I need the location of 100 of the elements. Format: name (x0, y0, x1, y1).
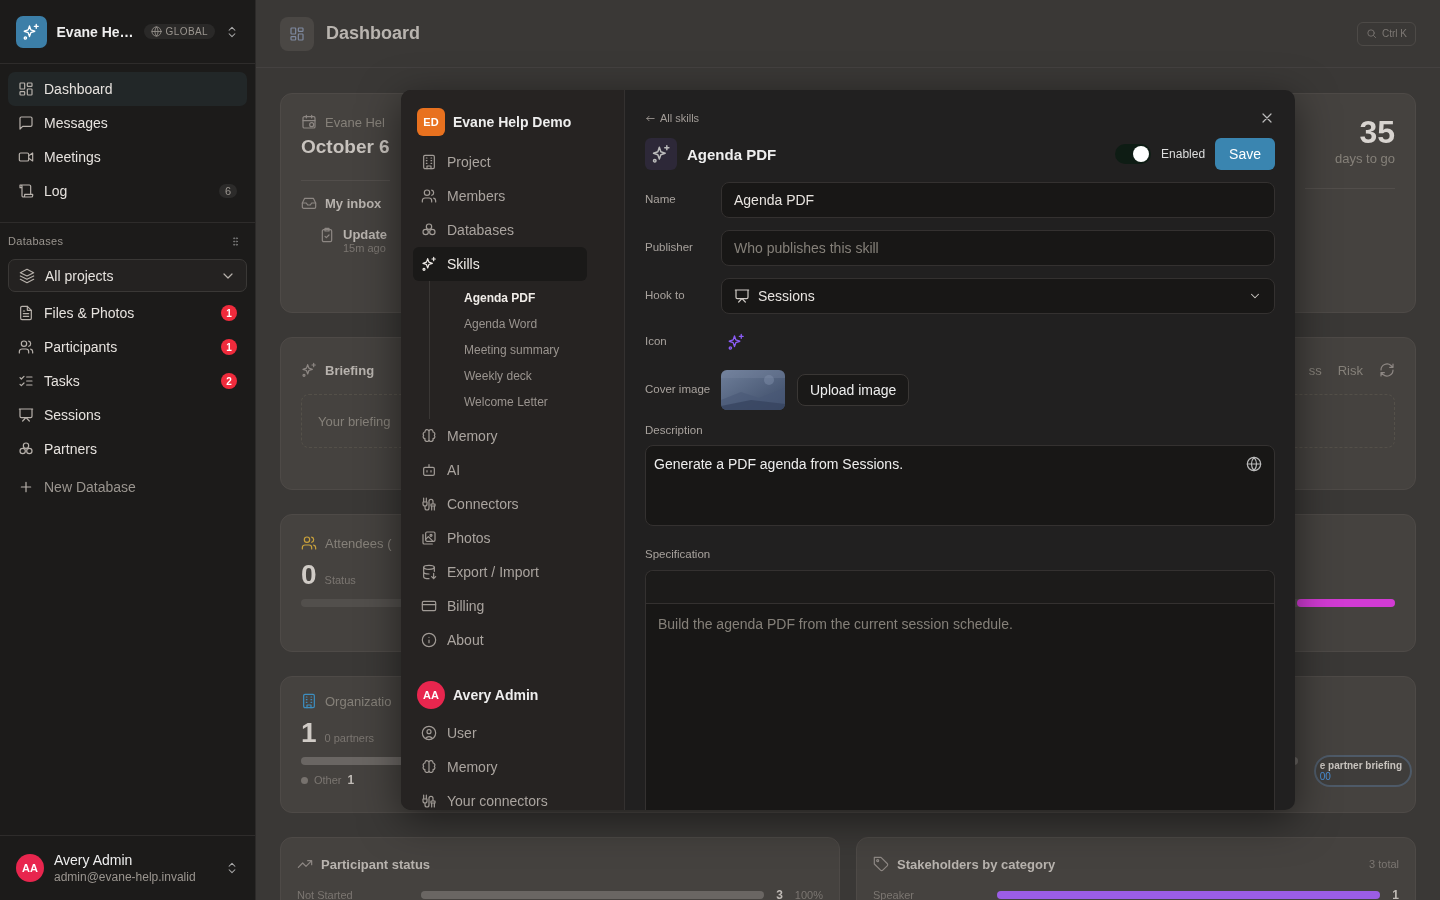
inbox-title: My inbox (325, 195, 382, 211)
settings-nav-item[interactable]: Billing (413, 589, 587, 623)
description-field[interactable]: Generate a PDF agenda from Sessions. (645, 445, 1275, 527)
save-button[interactable]: Save (1215, 138, 1275, 170)
circles-cluster-icon (18, 441, 34, 457)
people-icon (301, 535, 317, 551)
field-label: Hook to (645, 288, 686, 304)
settings-nav-item[interactable]: Memory (413, 419, 587, 453)
skill-item[interactable]: Agenda Word (464, 311, 612, 337)
new-database-button[interactable]: New Database (8, 470, 247, 504)
settings-nav-item[interactable]: Members (413, 179, 587, 213)
event-date: October 6 (301, 136, 390, 158)
checklist-icon (18, 373, 34, 389)
legend-dot (301, 776, 308, 784)
sparkle-icon[interactable] (727, 333, 745, 351)
database-item[interactable]: Files & Photos 1 (8, 296, 247, 330)
people-icon (421, 188, 437, 204)
tag-icon (873, 856, 889, 872)
robot-icon (421, 462, 437, 478)
project-filter[interactable]: All projects (8, 259, 247, 292)
attendee-count: 0 (301, 559, 317, 591)
plus-icon (18, 479, 34, 495)
presentation-board-icon (18, 407, 34, 423)
skill-item[interactable]: Weekly deck (464, 363, 612, 389)
scope-tag: GLOBAL (143, 24, 215, 39)
building-icon (421, 154, 437, 170)
field-label: Specification (645, 547, 712, 563)
skill-item[interactable]: Meeting summary (464, 337, 612, 363)
cable-icon (421, 496, 437, 512)
scroll-icon (18, 183, 34, 199)
settings-nav-item[interactable]: Connectors (413, 487, 587, 521)
globe-icon[interactable] (1246, 456, 1262, 473)
calendar-icon (301, 114, 317, 130)
field-label: Name (645, 192, 677, 208)
drag-handle-icon[interactable] (230, 235, 241, 247)
card-title: Briefing (325, 362, 375, 378)
countdown-number: 35 (1359, 114, 1395, 151)
database-item[interactable]: Tasks 2 (8, 364, 247, 398)
chat-bubble-icon (18, 115, 34, 131)
settings-nav-item[interactable]: Databases (413, 213, 587, 247)
user-name: Avery Admin (54, 852, 134, 868)
globe-icon (150, 26, 162, 37)
database-item[interactable]: Sessions (8, 398, 247, 432)
back-link[interactable]: All skills (645, 112, 700, 124)
settings-nav-item[interactable]: Memory (413, 750, 587, 784)
settings-nav-item[interactable]: Skills (413, 247, 587, 281)
sparkle-icon (421, 256, 437, 272)
refresh-icon[interactable] (1379, 362, 1395, 378)
sparkle-icon (651, 144, 671, 164)
info-icon (421, 632, 437, 648)
nav-item[interactable]: Messages (8, 106, 247, 140)
select-field[interactable]: Sessions (721, 278, 1275, 314)
project-name: Evane Help Demo (453, 114, 572, 130)
dashboard-icon (289, 25, 305, 42)
settings-nav-item[interactable]: Photos (413, 521, 587, 555)
sparkle-icon (22, 22, 41, 41)
layers-icon (19, 267, 35, 284)
document-icon (18, 305, 34, 321)
select-value: Sessions (758, 288, 815, 304)
partner-briefing-button[interactable]: e partner briefing 00 (1313, 755, 1412, 787)
card-title: Participant status (321, 856, 431, 872)
credit-card-icon (421, 598, 437, 614)
skill-title: Agenda PDF (687, 145, 778, 163)
database-item[interactable]: Participants 1 (8, 330, 247, 364)
user-email: admin@evane-help.invalid (54, 870, 196, 884)
count-badge: 1 (221, 339, 237, 355)
field-label: Cover image (645, 382, 712, 398)
skill-item[interactable]: Welcome Letter (464, 389, 612, 415)
text-field[interactable]: Agenda PDF (721, 182, 1275, 218)
database-item[interactable]: Partners (8, 432, 247, 466)
category-count: 1 (1392, 888, 1399, 900)
settings-nav-item[interactable]: Project (413, 145, 587, 179)
nav-item[interactable]: Log 6 (8, 174, 247, 208)
enabled-toggle[interactable] (1115, 144, 1152, 164)
page-title: Dashboard (326, 23, 421, 44)
specification-editor[interactable]: Build the agenda PDF from the current session schedule. (645, 569, 1275, 810)
upload-image-button[interactable]: Upload image (797, 374, 910, 406)
count-badge: 2 (221, 373, 237, 389)
account-name: Avery Admin (453, 687, 539, 703)
settings-nav-item[interactable]: Export / Import (413, 555, 587, 589)
settings-nav-item[interactable]: About (413, 623, 587, 657)
settings-nav-item[interactable]: Your connectors (413, 784, 587, 810)
photos-icon (421, 530, 437, 546)
database-icon (421, 564, 437, 580)
circles-cluster-icon (421, 222, 437, 238)
field-label: Icon (645, 334, 668, 350)
settings-nav-item[interactable]: User (413, 716, 587, 750)
presentation-board-icon (734, 288, 750, 304)
legend-value: 1 (347, 773, 355, 787)
nav-item[interactable]: Meetings (8, 140, 247, 174)
people-icon (18, 339, 34, 355)
settings-nav-item[interactable]: AI (413, 453, 587, 487)
inbox-item: Update (343, 227, 388, 242)
video-camera-icon (18, 149, 34, 165)
search-icon (1366, 28, 1377, 39)
skill-item[interactable]: Agenda PDF (464, 285, 612, 311)
status-count: 3 (776, 888, 783, 900)
toggle-label: Enabled (1161, 147, 1206, 161)
text-field[interactable]: Who publishes this skill (721, 230, 1275, 266)
nav-item[interactable]: Dashboard (8, 72, 247, 106)
